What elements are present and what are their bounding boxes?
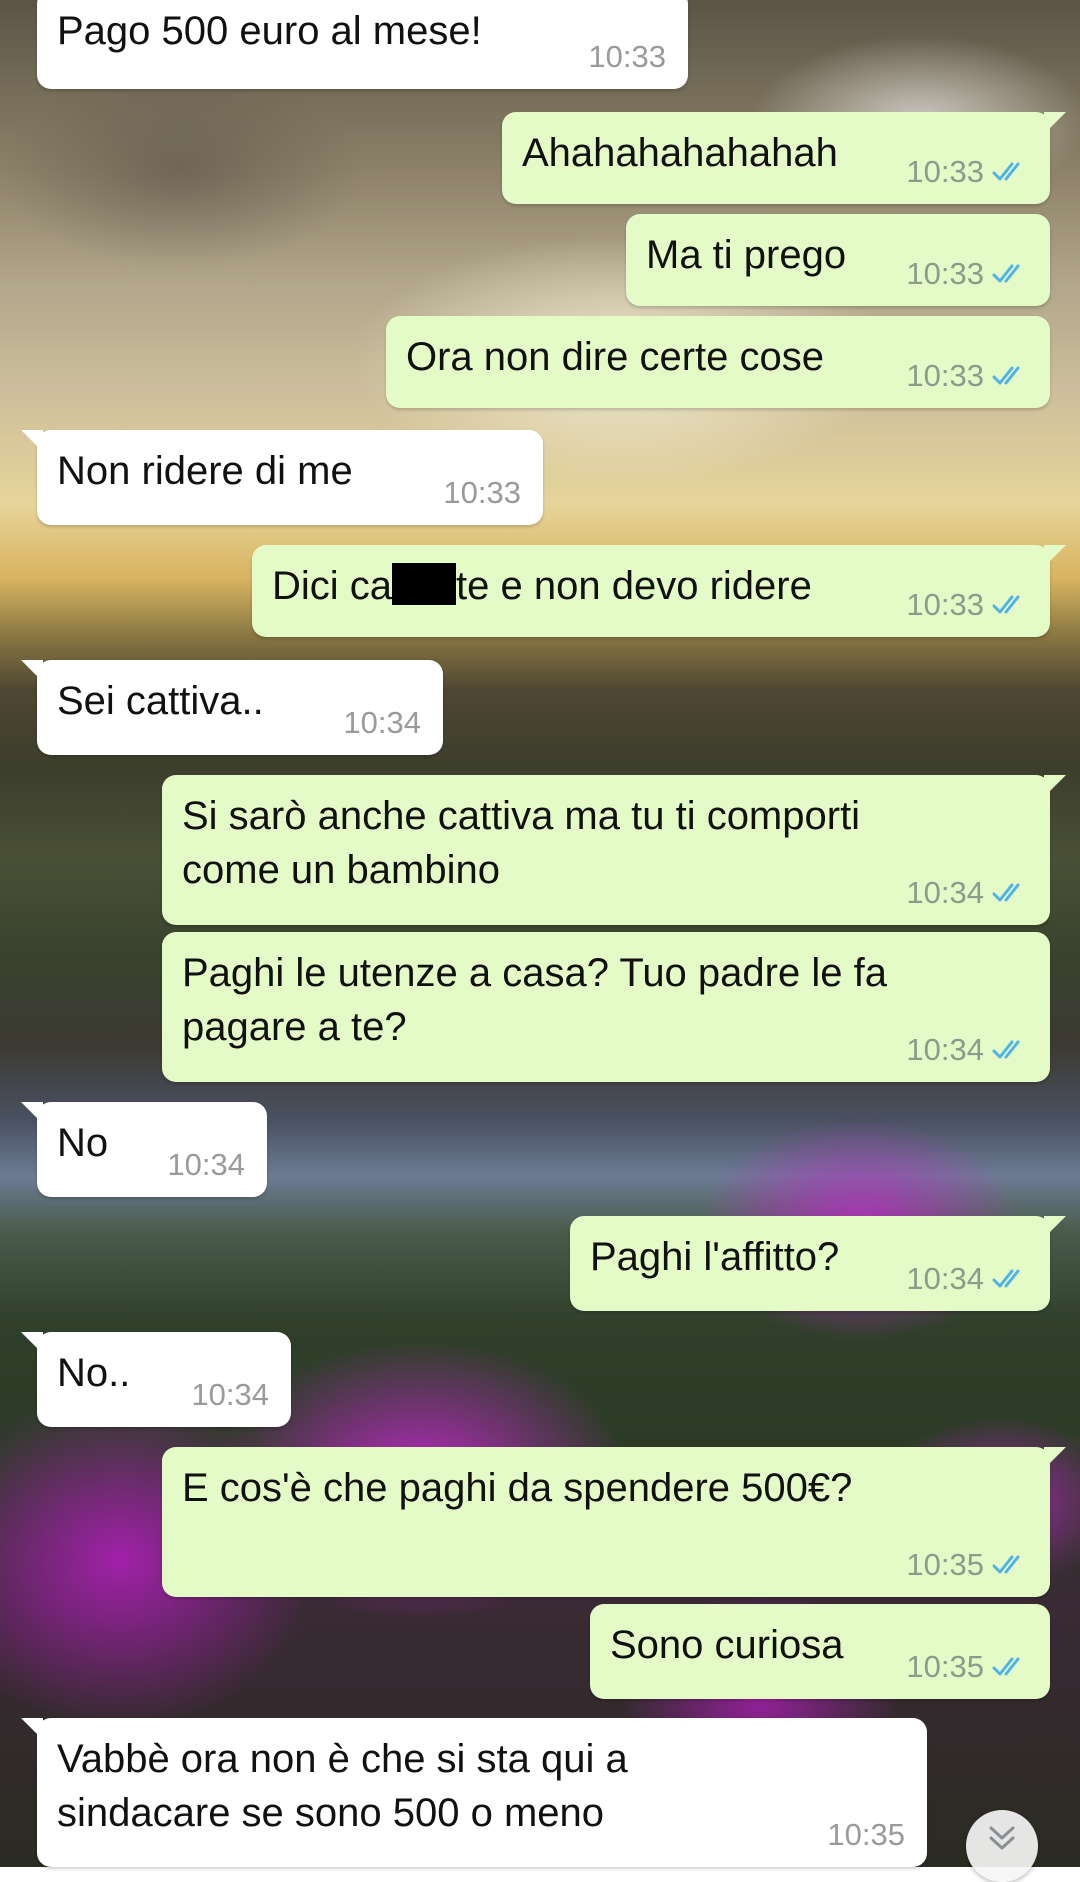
double-check-icon — [992, 366, 1020, 385]
double-check-icon — [992, 595, 1020, 614]
message-text: Non ridere di me — [57, 449, 353, 493]
message-incoming[interactable]: Pago 500 euro al mese! 10:33 — [37, 0, 688, 89]
double-check-icon — [992, 883, 1020, 902]
redaction-bar — [392, 563, 457, 605]
message-text: Paghi l'affitto? — [590, 1235, 840, 1279]
message-time: 10:33 — [588, 39, 666, 74]
message-outgoing[interactable]: Paghi le utenze a casa? Tuo padre le fa … — [162, 932, 1050, 1082]
message-text: Ahahahahahahah — [522, 131, 838, 175]
message-text-part: te e non devo ridere — [456, 564, 812, 608]
message-time: 10:34 — [167, 1147, 245, 1182]
double-check-icon — [992, 264, 1020, 283]
message-incoming[interactable]: Vabbè ora non è che si sta qui a sindaca… — [21, 1718, 927, 1867]
message-text: Ma ti prego — [646, 233, 847, 277]
message-outgoing[interactable]: Dici ca te e non devo ridere 10:33 — [252, 545, 1066, 637]
message-incoming[interactable]: No.. 10:34 — [21, 1332, 291, 1427]
message-incoming[interactable]: No 10:34 — [21, 1102, 267, 1197]
message-time: 10:33 — [443, 475, 521, 510]
message-time: 10:33 — [906, 256, 984, 291]
message-time: 10:35 — [906, 1547, 984, 1582]
message-outgoing[interactable]: Si sarò anche cattiva ma tu ti comporti … — [162, 775, 1066, 925]
message-time: 10:35 — [827, 1817, 905, 1852]
message-incoming[interactable]: Non ridere di me 10:33 — [21, 430, 543, 525]
double-check-icon — [992, 1657, 1020, 1676]
chevron-double-down-icon — [989, 1826, 1015, 1850]
message-text: Sei cattiva.. — [57, 679, 264, 723]
message-text: Dici ca te e non devo ridere — [272, 559, 812, 613]
message-text: Pago 500 euro al mese! — [57, 9, 482, 53]
message-text: Paghi le utenze a casa? Tuo padre le fa … — [182, 951, 887, 1049]
message-outgoing[interactable]: Ora non dire certe cose 10:33 — [386, 316, 1050, 408]
message-incoming[interactable]: Sei cattiva.. 10:34 — [21, 660, 443, 755]
message-time: 10:35 — [906, 1649, 984, 1684]
message-list[interactable]: Pago 500 euro al mese! 10:33 Ahahahahaha… — [0, 0, 1080, 1882]
message-text: Vabbè ora non è che si sta qui a sindaca… — [57, 1737, 628, 1835]
message-outgoing[interactable]: Ma ti prego 10:33 — [626, 214, 1050, 306]
message-outgoing[interactable]: Sono curiosa 10:35 — [590, 1604, 1050, 1699]
message-text: No — [57, 1121, 109, 1165]
message-outgoing[interactable]: Ahahahahahahah 10:33 — [502, 112, 1066, 204]
message-text: E cos'è che paghi da spendere 500€? — [182, 1466, 853, 1510]
message-text: No.. — [57, 1351, 131, 1395]
scroll-to-bottom-button[interactable] — [966, 1810, 1038, 1882]
message-time: 10:34 — [191, 1377, 269, 1412]
double-check-icon — [992, 1269, 1020, 1288]
double-check-icon — [992, 1040, 1020, 1059]
message-text: Ora non dire certe cose — [406, 335, 824, 379]
double-check-icon — [992, 1555, 1020, 1574]
message-outgoing[interactable]: E cos'è che paghi da spendere 500€? 10:3… — [162, 1447, 1066, 1597]
message-text: Sono curiosa — [610, 1623, 844, 1667]
message-text: Si sarò anche cattiva ma tu ti comporti … — [182, 794, 861, 892]
message-text-part: Dici ca — [272, 564, 393, 608]
message-outgoing[interactable]: Paghi l'affitto? 10:34 — [570, 1216, 1066, 1311]
message-time: 10:33 — [906, 154, 984, 189]
message-time: 10:34 — [906, 1032, 984, 1067]
message-time: 10:34 — [343, 705, 421, 740]
double-check-icon — [992, 162, 1020, 181]
message-time: 10:33 — [906, 587, 984, 622]
message-time: 10:34 — [906, 1261, 984, 1296]
message-time: 10:33 — [906, 358, 984, 393]
message-time: 10:34 — [906, 875, 984, 910]
